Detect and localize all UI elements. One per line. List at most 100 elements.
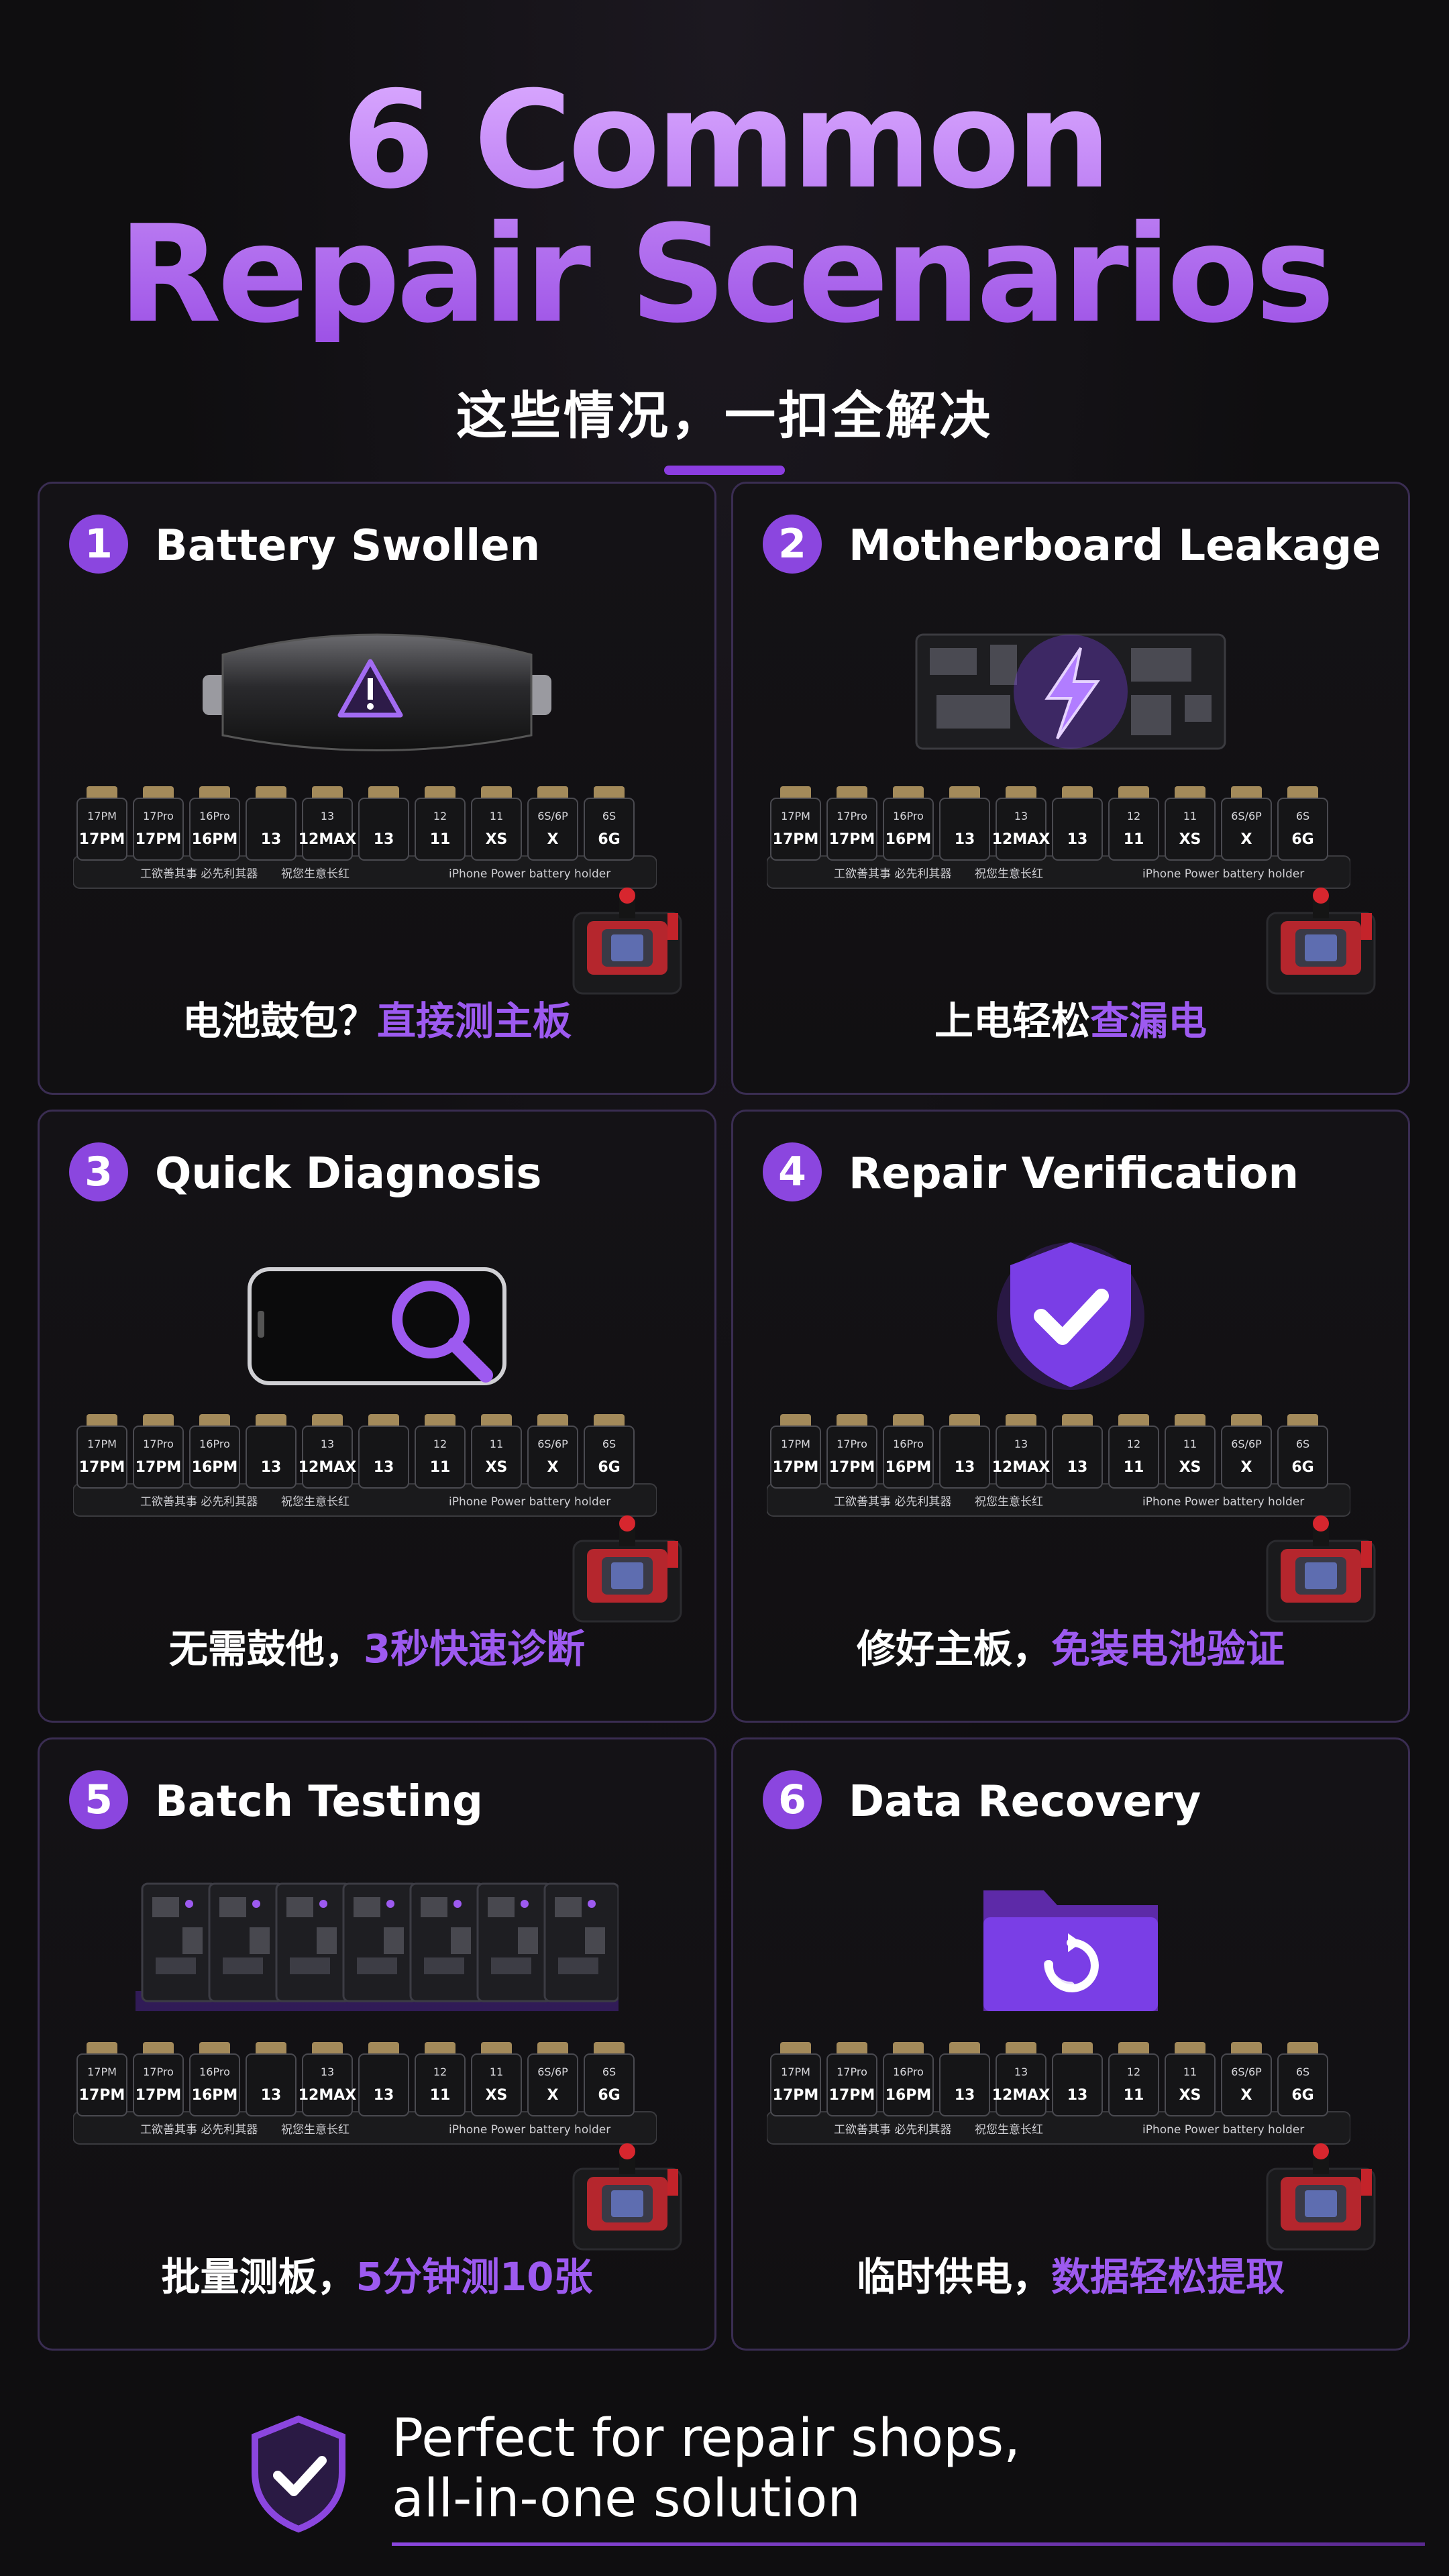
connector-label: XS bbox=[1179, 2087, 1201, 2104]
caption-highlight: 数据轻松提取 bbox=[1051, 2254, 1285, 2300]
scenario-title: Batch Testing bbox=[155, 1777, 483, 1827]
connector-top-label: 12 bbox=[1127, 1438, 1140, 1450]
connector-top-label: 17PM bbox=[87, 810, 117, 822]
connector-top-label: 6S bbox=[1296, 2065, 1309, 2078]
scenario-card-6: 6 Data Recovery 17PM 17PM 17Pro 17PM 16Pro 16… bbox=[731, 1737, 1410, 2351]
connector-label: 13 bbox=[374, 831, 394, 848]
connector-label: 17PM bbox=[79, 1459, 125, 1476]
tester-module bbox=[1266, 2143, 1376, 2251]
folder-sync-icon bbox=[983, 1890, 1158, 2011]
connector-label: 6G bbox=[1291, 1459, 1313, 1476]
caption-highlight: 5分钟测10张 bbox=[356, 2254, 593, 2300]
connector-top-label: 12 bbox=[433, 2065, 447, 2078]
board-caption: 工欲善其事 必先利其器 bbox=[140, 2123, 258, 2137]
connector-top-label: 17Pro bbox=[837, 1438, 867, 1450]
connector-label: 16PM bbox=[192, 831, 238, 848]
board-connector: 13 bbox=[939, 1414, 990, 1489]
scenario-caption: 无需鼓他，3秒快速诊断 bbox=[40, 1627, 714, 1671]
connector-label: X bbox=[547, 2087, 559, 2104]
connector-label: 11 bbox=[1124, 1459, 1144, 1476]
tester-module bbox=[572, 1515, 682, 1623]
board-connector: 13 bbox=[1052, 786, 1103, 861]
scenario-number-badge: 1 bbox=[69, 515, 128, 574]
scenario-visual bbox=[40, 1864, 714, 2025]
connector-top-label: 6S/6P bbox=[537, 1438, 568, 1450]
connector-top-label: 12 bbox=[1127, 810, 1140, 822]
board-connector: 6S/6P X bbox=[1221, 1414, 1272, 1489]
board-connector: 6S/6P X bbox=[527, 2042, 578, 2116]
board-connector: 13 bbox=[1052, 2042, 1103, 2116]
board-caption: 工欲善其事 必先利其器 bbox=[140, 867, 258, 881]
board-connector: 16Pro 16PM bbox=[189, 2042, 240, 2116]
connector-top-label: 11 bbox=[1183, 2065, 1197, 2078]
connector-label: 17PM bbox=[829, 2087, 875, 2104]
board-connector: 12 11 bbox=[415, 786, 466, 861]
connector-label: 13 bbox=[955, 2087, 975, 2104]
connector-top-label: 6S/6P bbox=[1231, 810, 1262, 822]
connector-label: 13 bbox=[261, 831, 282, 848]
board-connector: 13 12MAX bbox=[299, 1414, 357, 1489]
scenario-title: Repair Verification bbox=[849, 1149, 1299, 1199]
connector-label: 17PM bbox=[79, 2087, 125, 2104]
board-caption: 祝您生意长红 bbox=[281, 1495, 350, 1509]
caption-highlight: 查漏电 bbox=[1090, 998, 1208, 1044]
connector-top-label: 6S bbox=[602, 810, 616, 822]
board-connector: 13 12MAX bbox=[299, 786, 357, 861]
connector-label: 17PM bbox=[773, 1459, 819, 1476]
board-connector: 12 11 bbox=[415, 1414, 466, 1489]
board-caption: 祝您生意长红 bbox=[975, 1495, 1043, 1509]
connector-top-label: 13 bbox=[1014, 1438, 1028, 1450]
board-connector: 17PM 17PM bbox=[76, 1414, 127, 1489]
scenario-card-3: 3 Quick Diagnosis 17PM 17PM 17Pro 17PM 16Pro… bbox=[38, 1110, 716, 1723]
connector-label: 13 bbox=[374, 1459, 394, 1476]
tester-module bbox=[572, 2143, 682, 2251]
caption-highlight: 3秒快速诊断 bbox=[363, 1626, 586, 1672]
caption-text: 无需鼓他， bbox=[168, 1626, 364, 1672]
footer-banner: Perfect for repair shops, all-in-one sol… bbox=[248, 2408, 1425, 2546]
board-connector: 11 XS bbox=[471, 2042, 522, 2116]
board-connector: 6S/6P X bbox=[1221, 2042, 1272, 2116]
scenario-title: Data Recovery bbox=[849, 1777, 1201, 1827]
board-connector: 13 bbox=[246, 786, 297, 861]
board-connector: 12 11 bbox=[1108, 2042, 1159, 2116]
connector-label: 17PM bbox=[79, 831, 125, 848]
scenario-title: Quick Diagnosis bbox=[155, 1149, 542, 1199]
connector-label: 13 bbox=[1067, 831, 1088, 848]
scenario-visual bbox=[40, 1236, 714, 1397]
board-connector: 16Pro 16PM bbox=[883, 786, 934, 861]
connector-top-label: 13 bbox=[1014, 2065, 1028, 2078]
board-connector: 13 bbox=[358, 2042, 409, 2116]
caption-text: 电池鼓包？ bbox=[182, 998, 377, 1044]
connector-top-label: 16Pro bbox=[199, 810, 230, 822]
scenario-number-badge: 6 bbox=[763, 1770, 822, 1829]
header: 6 Common Repair Scenarios 这些情况，一扣全解决 bbox=[0, 74, 1449, 475]
title-line-1: 6 Common bbox=[341, 62, 1108, 219]
connector-label: 16PM bbox=[885, 2087, 932, 2104]
scenario-card-1: 1 Battery Swollen 17PM 17PM 17Pro 17PM 16Pro… bbox=[38, 482, 716, 1095]
scenario-title: Motherboard Leakage bbox=[849, 521, 1381, 571]
connector-top-label: 6S bbox=[1296, 810, 1309, 822]
tester-module bbox=[572, 888, 682, 995]
subtitle-underline bbox=[664, 466, 785, 475]
tester-module bbox=[1266, 1515, 1376, 1623]
connector-label: 16PM bbox=[192, 2087, 238, 2104]
connector-label: 12MAX bbox=[299, 1459, 357, 1476]
caption-text: 修好主板， bbox=[856, 1626, 1051, 1672]
board-connector: 13 bbox=[358, 1414, 409, 1489]
scenario-caption: 修好主板，免装电池验证 bbox=[733, 1627, 1408, 1671]
connector-top-label: 13 bbox=[1014, 810, 1028, 822]
connector-top-label: 16Pro bbox=[199, 1438, 230, 1450]
scenario-card-4: 4 Repair Verification 17PM 17PM 17Pro 17PM 1… bbox=[731, 1110, 1410, 1723]
connector-label: 12MAX bbox=[299, 831, 357, 848]
board-connector: 6S/6P X bbox=[527, 1414, 578, 1489]
board-connector: 12 11 bbox=[1108, 786, 1159, 861]
caption-text: 上电轻松 bbox=[934, 998, 1090, 1044]
connector-label: 12MAX bbox=[992, 831, 1051, 848]
connector-label: XS bbox=[486, 831, 508, 848]
connector-top-label: 6S bbox=[602, 1438, 616, 1450]
caption-text: 批量测板， bbox=[161, 2254, 356, 2300]
board-caption: 祝您生意长红 bbox=[281, 867, 350, 881]
board-connector: 16Pro 16PM bbox=[189, 1414, 240, 1489]
connector-label: 11 bbox=[1124, 2087, 1144, 2104]
battery-holder-board: 17PM17PM17Pro17PM16Pro16PM 131312MAX 13121… bbox=[73, 786, 657, 889]
